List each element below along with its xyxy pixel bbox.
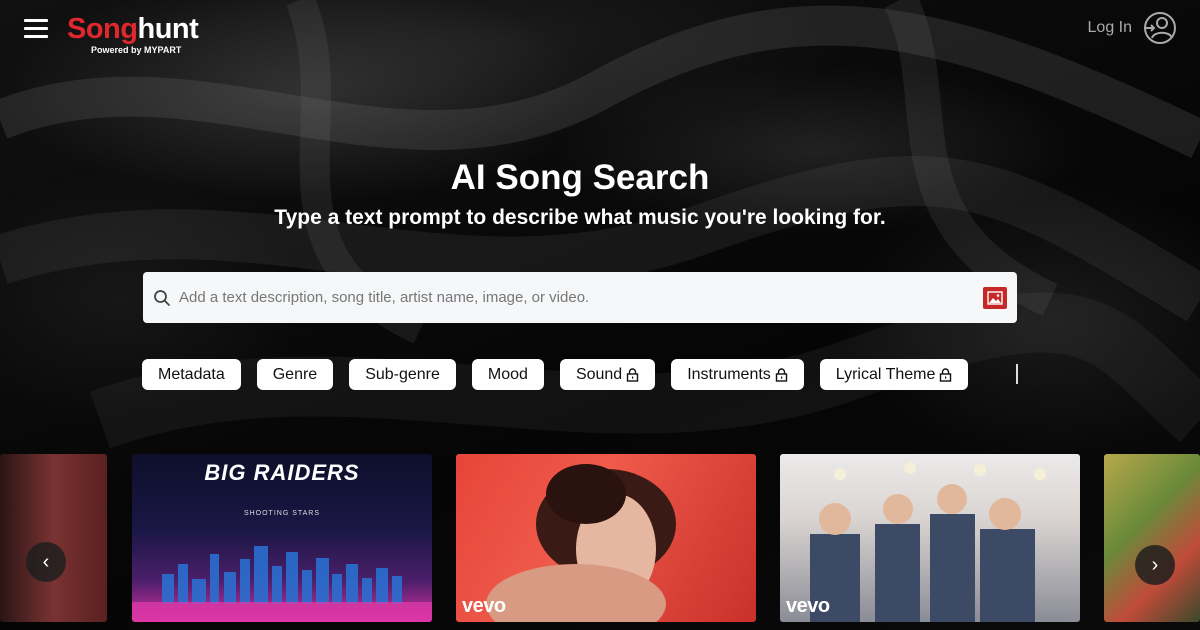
chevron-right-icon: › [1151, 553, 1159, 576]
image-icon [987, 290, 1003, 305]
album-title: BIG RAIDERS [204, 460, 360, 485]
carousel-next-button[interactable]: › [1135, 545, 1175, 585]
search-bar [143, 272, 1017, 323]
page-title: AI Song Search [450, 158, 710, 197]
filter-label: Lyrical Theme [835, 365, 936, 383]
filter-genre[interactable]: Genre [256, 359, 334, 390]
album-subtitle: SHOOTING STARS [243, 510, 321, 517]
chevron-left-icon: ‹ [42, 550, 50, 573]
filter-label: Sound [575, 365, 623, 383]
logo-text-hunt: hunt [137, 13, 199, 45]
filter-mood[interactable]: Mood [471, 359, 544, 390]
carousel-prev-button[interactable]: ‹ [26, 542, 66, 582]
filter-instruments[interactable]: Instruments [671, 359, 804, 390]
vevo-badge: vevo [462, 595, 506, 617]
filters-divider [1016, 364, 1018, 384]
lock-icon [940, 367, 952, 382]
filter-sub-genre[interactable]: Sub-genre [349, 359, 456, 390]
lock-icon [775, 367, 787, 382]
logo[interactable]: Songhunt Powered by MYPART [67, 12, 199, 55]
filter-label: Mood [487, 365, 528, 383]
vevo-badge: vevo [786, 595, 830, 617]
filter-metadata[interactable]: Metadata [142, 359, 241, 390]
video-card[interactable]: vevo [780, 454, 1080, 622]
video-card[interactable] [1104, 454, 1200, 622]
filter-label: Genre [272, 365, 318, 383]
filter-label: Instruments [687, 365, 771, 383]
logo-subtitle: Powered by MYPART [91, 45, 182, 55]
logo-text-song: Song [67, 13, 138, 45]
login-button[interactable]: Log In [1088, 10, 1178, 46]
video-card[interactable]: BIG RAIDERS SHOOTING STARS [132, 454, 432, 622]
user-login-icon [1144, 12, 1176, 44]
filter-sound[interactable]: Sound [559, 359, 656, 390]
login-label: Log In [1087, 19, 1132, 36]
page-subtitle: Type a text prompt to describe what musi… [274, 206, 886, 229]
filter-label: Sub-genre [365, 365, 440, 383]
lock-icon [627, 367, 639, 382]
video-card[interactable] [0, 454, 107, 622]
menu-icon[interactable] [24, 19, 48, 39]
search-icon [154, 289, 170, 306]
video-card[interactable]: vevo [456, 454, 756, 622]
filter-lyrical-theme[interactable]: Lyrical Theme [819, 359, 969, 390]
image-upload-button[interactable] [983, 286, 1007, 309]
filter-label: Metadata [158, 365, 225, 383]
search-input[interactable] [177, 276, 983, 319]
filter-chips: Metadata Genre Sub-genre Mood Sound Inst… [142, 359, 969, 390]
